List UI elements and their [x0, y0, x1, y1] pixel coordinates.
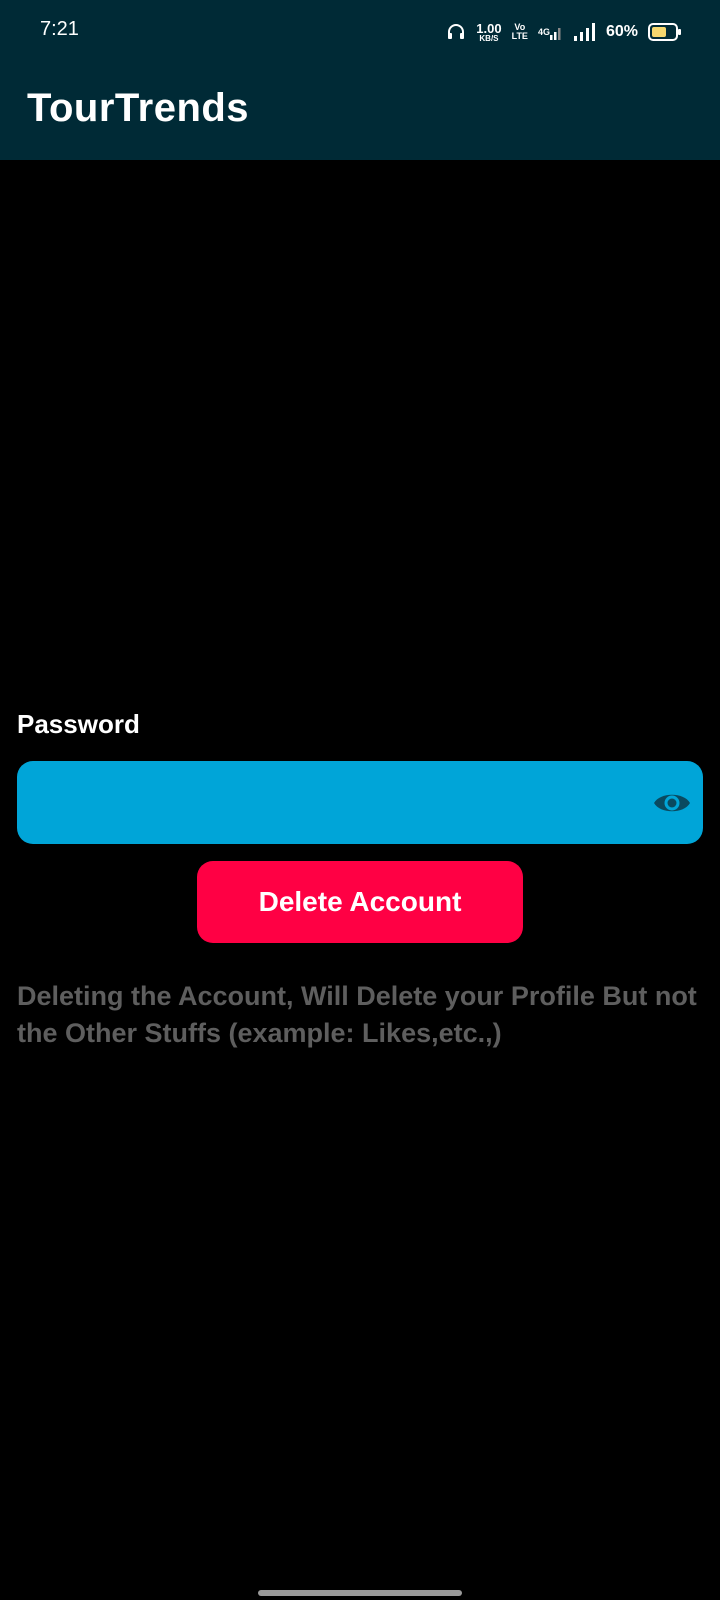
app-bar: TourTrends [0, 64, 720, 160]
network-type: 4G [537, 27, 550, 37]
network-speed: 1.00 KB/S [476, 22, 501, 43]
signal-icon [573, 23, 596, 41]
app-title: TourTrends [27, 86, 250, 130]
password-input[interactable] [33, 761, 637, 846]
delete-account-button[interactable]: Delete Account [197, 861, 523, 943]
battery-percent: 60% [605, 23, 638, 40]
password-field[interactable] [17, 761, 703, 846]
eye-icon[interactable] [653, 785, 691, 821]
status-time: 7:21 [40, 18, 79, 40]
status-icons: 1.00 KB/S Vo LTE 4G 60% [446, 16, 682, 48]
volte-icon: Vo LTE [512, 23, 528, 41]
deletion-note: Deleting the Account, Will Delete your P… [17, 981, 697, 1048]
home-indicator[interactable] [258, 1590, 462, 1596]
network-speed-unit: KB/S [479, 33, 499, 43]
status-bar: 7:21 1.00 KB/S Vo LTE 4G 60% [0, 0, 720, 64]
signal-4g-icon: 4G [538, 24, 564, 40]
headphones-icon [446, 22, 466, 42]
battery-icon [648, 23, 682, 41]
volte-bottom: LTE [511, 31, 528, 41]
password-label: Password [17, 709, 140, 739]
network-speed-value: 1.00 [476, 20, 502, 36]
